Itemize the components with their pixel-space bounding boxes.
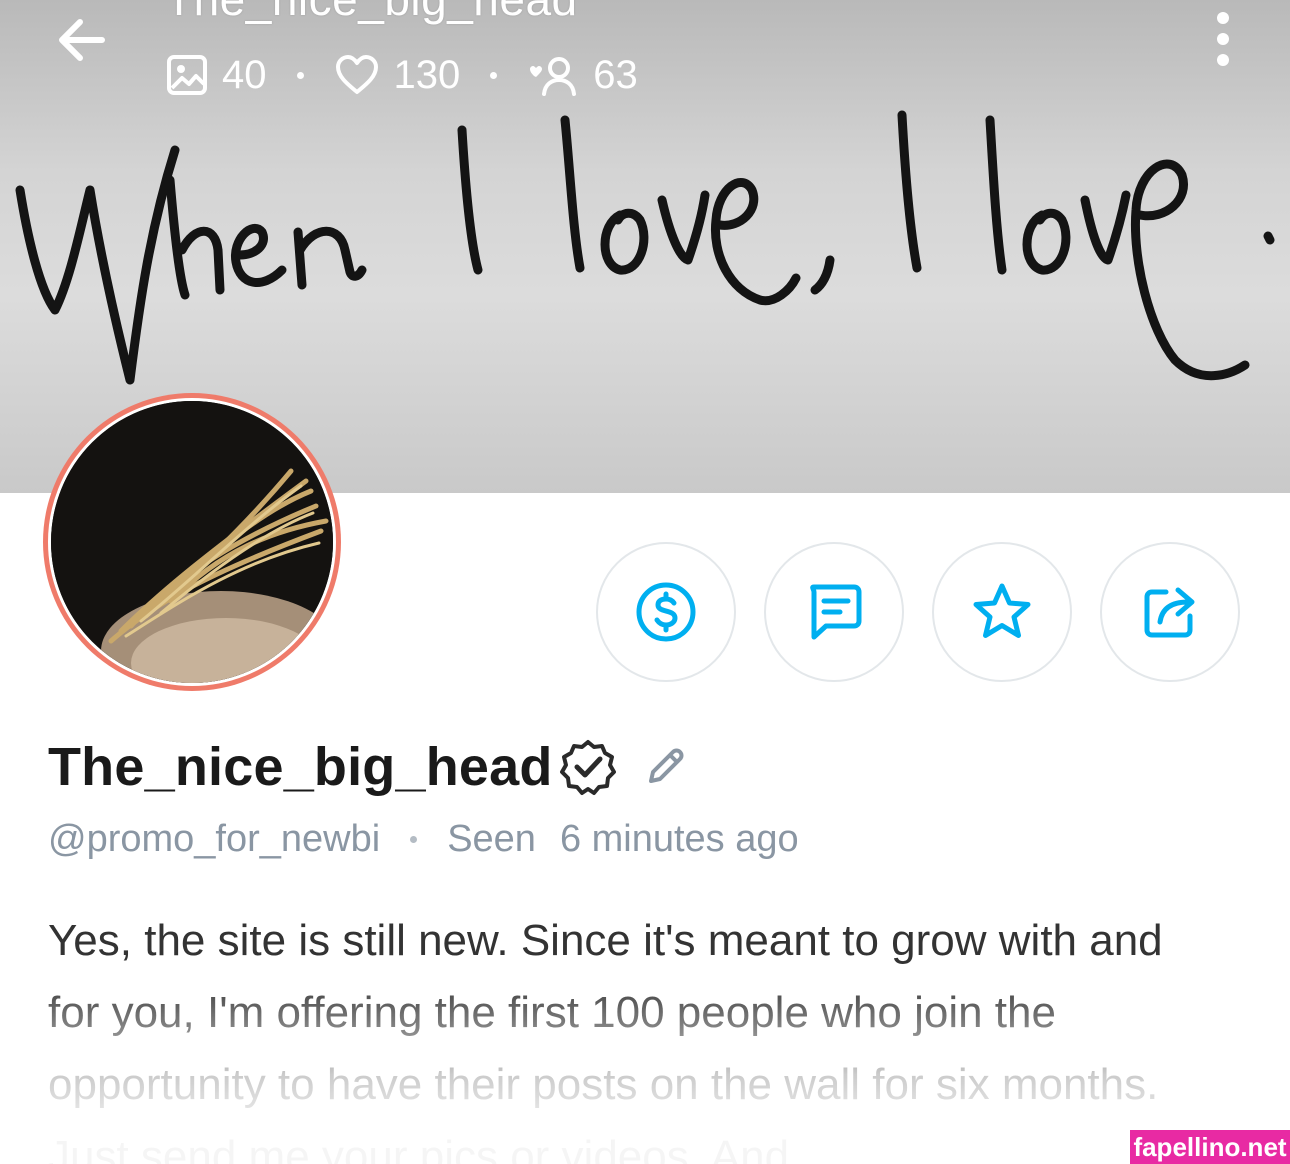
share-icon (1144, 587, 1195, 638)
watermark: fapellino.net (1130, 1130, 1290, 1164)
back-button[interactable] (52, 10, 112, 70)
message-icon (810, 584, 862, 640)
more-options-button[interactable] (1200, 8, 1246, 70)
fans-icon (530, 57, 577, 96)
stat-likes: 130 (334, 52, 461, 98)
separator-dot (410, 836, 418, 843)
avatar-image (48, 398, 336, 686)
display-name: The_nice_big_head (48, 737, 553, 797)
stat-separator (296, 71, 304, 79)
edit-pencil-icon[interactable] (643, 745, 687, 789)
share-button[interactable] (1100, 542, 1240, 682)
heart-icon (335, 55, 378, 94)
handle-row: @promo_for_newbi Seen 6 minutes ago (48, 818, 799, 861)
profile-bio: Yes, the site is still new. Since it's m… (48, 916, 1163, 1164)
stat-media: 40 (166, 53, 267, 98)
profile-name-row: The_nice_big_head (48, 736, 687, 798)
vertical-dots-icon (1217, 12, 1229, 66)
profile-stats: 40 130 63 (166, 50, 638, 100)
arrow-left-icon (59, 19, 105, 61)
stat-media-count: 40 (222, 52, 267, 97)
favorite-button[interactable] (932, 542, 1072, 682)
star-icon (973, 583, 1031, 638)
stat-likes-count: 130 (393, 52, 461, 97)
username-handle[interactable]: @promo_for_newbi (48, 818, 380, 861)
tip-button[interactable] (596, 542, 736, 682)
stat-separator (490, 71, 498, 79)
header-title: The_nice_big_head (165, 0, 578, 26)
last-seen-time: 6 minutes ago (559, 818, 799, 860)
verified-badge-icon (559, 740, 616, 795)
last-seen-label: Seen (447, 818, 536, 860)
dollar-circle-icon (636, 582, 696, 642)
message-button[interactable] (764, 542, 904, 682)
stat-fans-count: 63 (593, 52, 638, 97)
avatar[interactable] (43, 393, 341, 691)
stat-fans: 63 (527, 53, 638, 98)
image-icon (167, 55, 207, 95)
